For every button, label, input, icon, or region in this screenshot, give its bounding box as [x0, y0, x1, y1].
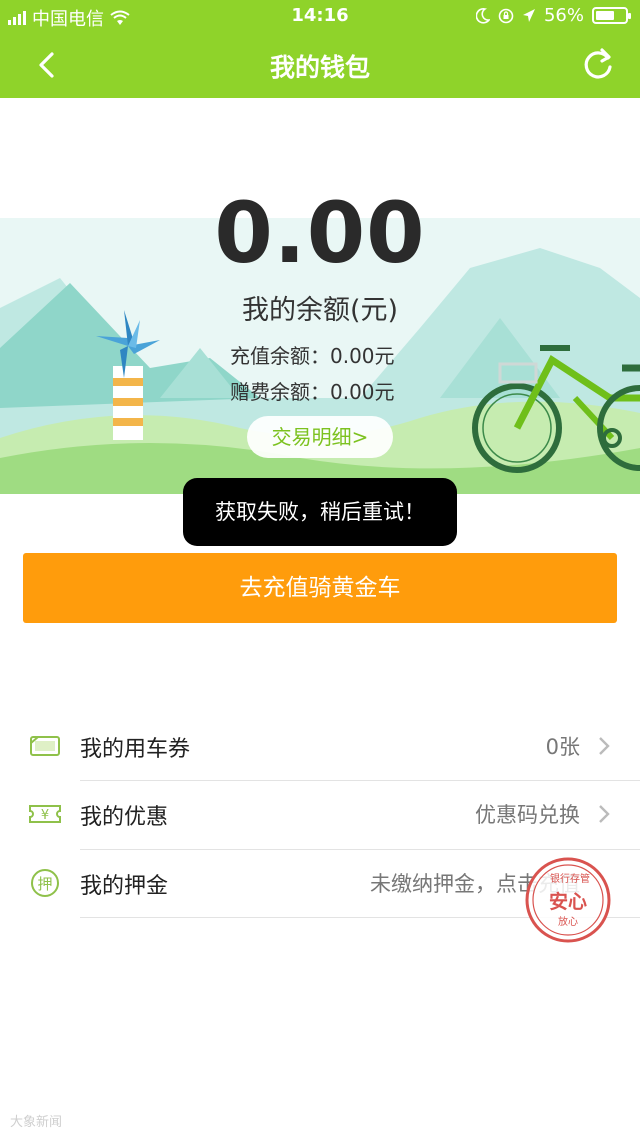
error-toast: 获取失败，稍后重试！	[183, 478, 457, 546]
svg-text:¥: ¥	[41, 808, 49, 823]
moon-icon	[475, 7, 490, 24]
status-bar: 中国电信 14:16 56%	[0, 0, 640, 32]
battery-percent: 56%	[543, 5, 584, 26]
header-bar: 中国电信 14:16 56% 我的钱包	[0, 0, 640, 98]
battery-icon	[592, 7, 631, 24]
bonus-balance: 赠费余额：0.00元	[230, 380, 395, 404]
balance-amount: 0.00	[214, 184, 426, 282]
coupon-icon: ¥	[29, 805, 61, 823]
refresh-button[interactable]	[578, 44, 618, 84]
trust-stamp-icon: 银行存管 安心 放心	[525, 857, 611, 943]
watermark: 大象新闻	[10, 1115, 63, 1130]
recharge-balance: 充值余额：0.00元	[230, 344, 395, 368]
svg-text:银行存管: 银行存管	[550, 872, 590, 885]
location-icon	[522, 8, 535, 22]
list-item-ride-coupons[interactable]: 我的用车券 0张	[0, 713, 640, 781]
wallet-screen: 中国电信 14:16 56% 我的钱包 0.00 我的余额(元) 充值余额：0.…	[0, 0, 640, 1138]
ticket-icon	[30, 736, 60, 756]
chevron-right-icon	[599, 737, 610, 755]
list-item-label: 我的优惠	[80, 805, 169, 830]
list-item-value: 0张	[545, 735, 580, 759]
list-item-label: 我的押金	[80, 874, 169, 899]
list-item-value: 优惠码兑换	[475, 803, 580, 827]
transaction-detail-button[interactable]: 交易明细>	[247, 416, 393, 458]
list-item-discounts[interactable]: ¥ 我的优惠 优惠码兑换	[0, 781, 640, 849]
page-title: 我的钱包	[269, 53, 370, 82]
recharge-button[interactable]: 去充值骑黄金车	[23, 553, 617, 623]
lock-rotation-icon	[498, 8, 514, 23]
balance-card: 0.00 我的余额(元) 充值余额：0.00元 赠费余额：0.00元 交易明细>	[0, 98, 640, 494]
balance-label: 我的余额(元)	[241, 295, 399, 326]
svg-text:押: 押	[37, 875, 52, 893]
status-right: 56%	[475, 5, 631, 26]
svg-text:安心: 安心	[549, 890, 587, 913]
chevron-right-icon	[599, 805, 610, 823]
deposit-icon: 押	[31, 869, 59, 897]
list-item-label: 我的用车券	[80, 737, 191, 762]
svg-text:放心: 放心	[558, 915, 578, 928]
